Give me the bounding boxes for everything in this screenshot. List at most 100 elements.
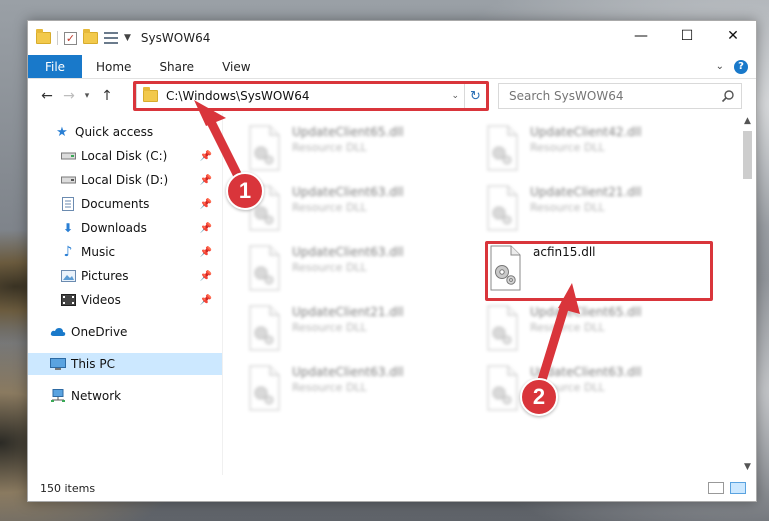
status-bar: 150 items <box>28 475 756 501</box>
file-name: UpdateClient21.dll <box>292 305 404 319</box>
title-bar: ✓ ▼ SysWOW64 — ☐ ✕ <box>28 21 756 55</box>
pin-icon[interactable]: 📌 <box>200 199 212 210</box>
chevron-down-icon[interactable]: ▼ <box>124 33 131 43</box>
ribbon-right-controls: ⌄ ? <box>716 55 756 78</box>
item-count: 150 items <box>40 481 96 495</box>
close-button[interactable]: ✕ <box>710 21 756 51</box>
dll-file-icon <box>487 125 518 171</box>
back-arrow-icon[interactable]: ← <box>36 88 58 104</box>
sidebar-item-music[interactable]: ♪ Music 📌 <box>28 241 222 263</box>
folder-icon[interactable] <box>36 29 51 44</box>
tab-view[interactable]: View <box>208 55 264 78</box>
file-item[interactable]: UpdateClient65.dll Resource DLL <box>246 117 476 173</box>
file-name: UpdateClient21.dll <box>530 185 642 199</box>
search-input[interactable] <box>509 89 709 103</box>
step-2-badge: 2 <box>520 378 558 416</box>
pin-icon[interactable]: 📌 <box>200 151 212 162</box>
file-item[interactable]: UpdateClient63.dll Resource DLL <box>484 357 714 413</box>
scroll-down-icon[interactable]: ▼ <box>739 459 756 475</box>
file-name: UpdateClient63.dll <box>530 365 642 379</box>
pin-icon[interactable]: 📌 <box>200 271 212 282</box>
pin-icon[interactable]: 📌 <box>200 295 212 306</box>
pin-icon[interactable]: 📌 <box>200 175 212 186</box>
dll-file-icon <box>487 365 518 411</box>
quick-access-toolbar: ✓ ▼ <box>36 29 131 45</box>
file-item[interactable]: UpdateClient21.dll Resource DLL <box>484 177 714 233</box>
file-list: UpdateClient65.dll Resource DLL UpdateCli… <box>238 113 736 475</box>
help-icon[interactable]: ? <box>734 59 748 74</box>
file-name: UpdateClient65.dll <box>530 305 642 319</box>
window-title: SysWOW64 <box>140 31 211 45</box>
drive-icon <box>60 173 76 187</box>
file-type: Resource DLL <box>292 381 367 394</box>
address-row: ← → ▾ ↑ C:\Windows\SysWOW64 ⌄ ↻ <box>28 81 756 111</box>
computer-icon <box>50 357 66 371</box>
file-type: Resource DLL <box>292 261 367 274</box>
scrollbar-thumb[interactable] <box>743 131 752 179</box>
scroll-up-icon[interactable]: ▲ <box>739 113 756 129</box>
file-type: Resource DLL <box>530 321 605 334</box>
cloud-icon <box>50 325 66 339</box>
properties-check-icon[interactable]: ✓ <box>64 31 77 45</box>
sidebar-item-downloads[interactable]: ⬇ Downloads 📌 <box>28 217 222 239</box>
file-name: UpdateClient63.dll <box>292 185 404 199</box>
recent-locations-chevron-icon[interactable]: ▾ <box>80 91 94 101</box>
file-type: Resource DLL <box>292 141 367 154</box>
pin-icon[interactable]: 📌 <box>200 247 212 258</box>
vertical-scrollbar[interactable]: ▲ ▼ <box>739 113 756 475</box>
file-item[interactable]: UpdateClient63.dll Resource DLL <box>246 357 476 413</box>
expand-ribbon-chevron-icon[interactable]: ⌄ <box>716 61 724 72</box>
sidebar-item-this-pc[interactable]: This PC <box>28 353 222 375</box>
large-icons-view-icon[interactable] <box>730 482 746 494</box>
sidebar-item-network[interactable]: Network <box>28 385 222 407</box>
file-name: UpdateClient65.dll <box>292 125 404 139</box>
sidebar-item-local-disk-d[interactable]: Local Disk (D:) 📌 <box>28 169 222 191</box>
search-box[interactable] <box>498 83 742 109</box>
sidebar-item-local-disk-c[interactable]: Local Disk (C:) 📌 <box>28 145 222 167</box>
navigation-pane: ★ Quick access Local Disk (C:) 📌 Local D… <box>28 119 222 473</box>
file-name: UpdateClient63.dll <box>292 365 404 379</box>
file-name: UpdateClient63.dll <box>292 245 404 259</box>
customize-toolbar-icon[interactable] <box>104 32 118 44</box>
star-icon: ★ <box>56 124 68 140</box>
file-item[interactable]: UpdateClient63.dll Resource DLL <box>246 237 476 293</box>
view-toggle-group <box>708 482 746 494</box>
file-item[interactable]: UpdateClient42.dll Resource DLL <box>484 117 714 173</box>
details-view-icon[interactable] <box>708 482 724 494</box>
drive-icon <box>60 149 76 163</box>
pane-divider <box>222 113 223 475</box>
dll-file-icon <box>249 365 280 411</box>
sidebar-item-onedrive[interactable]: OneDrive <box>28 321 222 343</box>
sidebar-item-documents[interactable]: Documents 📌 <box>28 193 222 215</box>
network-icon <box>50 389 66 403</box>
file-item[interactable]: UpdateClient63.dll Resource DLL <box>246 177 476 233</box>
file-type: Resource DLL <box>292 201 367 214</box>
file-type: Resource DLL <box>292 321 367 334</box>
forward-arrow-icon[interactable]: → <box>58 88 80 104</box>
sidebar-item-videos[interactable]: Videos 📌 <box>28 289 222 311</box>
tab-home[interactable]: Home <box>82 55 145 78</box>
sidebar-item-quick-access[interactable]: ★ Quick access <box>28 121 222 143</box>
new-folder-icon[interactable] <box>83 29 98 44</box>
minimize-button[interactable]: — <box>618 21 664 51</box>
videos-icon <box>60 293 76 307</box>
file-type: Resource DLL <box>530 201 605 214</box>
file-item[interactable]: UpdateClient65.dll Resource DLL <box>484 297 714 353</box>
file-item[interactable]: UpdateClient21.dll Resource DLL <box>246 297 476 353</box>
dll-file-icon <box>249 305 280 351</box>
up-arrow-icon[interactable]: ↑ <box>96 88 118 104</box>
ribbon-tabs: File Home Share View ⌄ ? <box>28 55 756 79</box>
tab-share[interactable]: Share <box>145 55 208 78</box>
file-type: Resource DLL <box>530 141 605 154</box>
sidebar-item-pictures[interactable]: Pictures 📌 <box>28 265 222 287</box>
maximize-button[interactable]: ☐ <box>664 21 710 51</box>
tab-file[interactable]: File <box>28 55 82 78</box>
window-controls: — ☐ ✕ <box>618 21 756 51</box>
pin-icon[interactable]: 📌 <box>200 223 212 234</box>
dll-file-icon <box>487 185 518 231</box>
documents-icon <box>60 197 76 211</box>
file-highlight-box <box>485 241 713 301</box>
toolbar-divider <box>57 31 58 45</box>
download-icon: ⬇ <box>62 221 74 235</box>
search-icon[interactable] <box>721 89 735 103</box>
